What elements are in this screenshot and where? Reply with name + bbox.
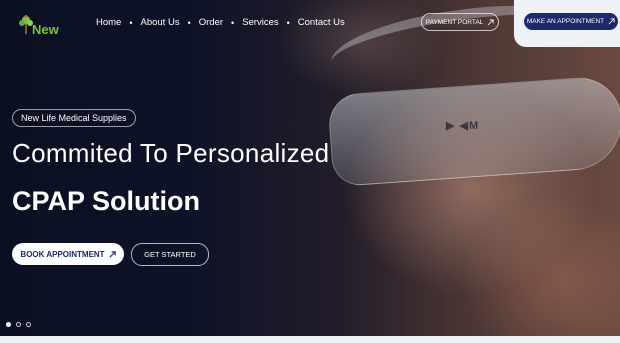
make-appointment-button[interactable]: MAKE AN APPOINTMENT	[524, 13, 618, 30]
hero-banner: ▶ ◀M New Home • About Us • Order • Servi…	[0, 0, 620, 336]
hero-headline: Commited To Personalized	[12, 138, 330, 168]
mask-marking: ▶ ◀M	[446, 120, 480, 132]
book-appointment-button[interactable]: BOOK APPOINTMENT	[12, 243, 124, 265]
nav-separator: •	[129, 17, 133, 28]
get-started-label: GET STARTED	[144, 250, 196, 259]
slider-dot-1[interactable]	[6, 322, 11, 327]
hero-tag: New Life Medical Supplies	[12, 109, 136, 127]
arrow-up-right-icon	[487, 18, 494, 25]
nav-contact-us[interactable]: Contact Us	[298, 17, 345, 28]
nav-services[interactable]: Services	[242, 17, 278, 28]
make-appointment-label: MAKE AN APPOINTMENT	[526, 18, 605, 25]
slider-dot-3[interactable]	[26, 322, 31, 327]
main-nav: Home • About Us • Order • Services • Con…	[96, 17, 345, 28]
site-logo[interactable]: New	[18, 12, 59, 37]
book-appointment-label: BOOK APPOINTMENT	[20, 249, 105, 259]
nav-about-us[interactable]: About Us	[141, 17, 180, 28]
slider-dot-2[interactable]	[16, 322, 21, 327]
arrow-up-right-icon	[109, 250, 116, 258]
nav-separator: •	[231, 17, 235, 28]
get-started-button[interactable]: GET STARTED	[131, 243, 209, 266]
nav-home[interactable]: Home	[96, 17, 121, 28]
nav-separator: •	[187, 17, 191, 28]
arrow-up-right-icon	[608, 18, 615, 25]
payment-portal-button[interactable]: PAYMENT PORTAL	[421, 13, 499, 31]
nav-order[interactable]: Order	[199, 17, 223, 28]
nav-separator: •	[286, 17, 290, 28]
payment-portal-label: PAYMENT PORTAL	[425, 18, 484, 26]
slider-pagination	[6, 322, 31, 327]
logo-text: New	[32, 22, 59, 37]
hero-subheadline: CPAP Solution	[12, 186, 200, 216]
